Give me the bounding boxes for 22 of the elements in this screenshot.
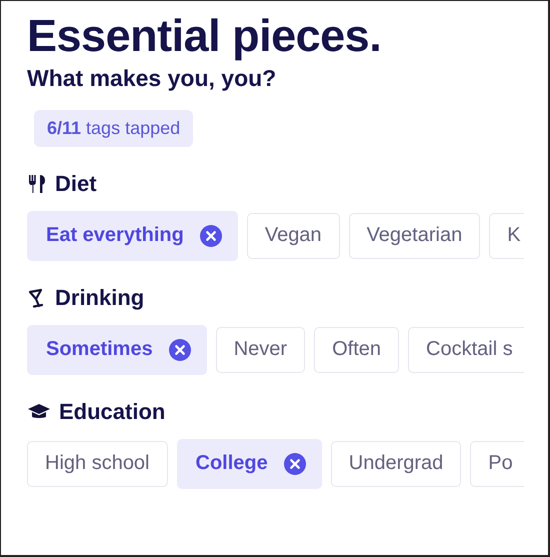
tag-chip[interactable]: Vegetarian [348, 212, 480, 258]
tag-counter: 6/11 tags tapped [34, 110, 194, 146]
tag-chip[interactable]: Po [470, 440, 524, 486]
tag-chip[interactable]: Never [216, 326, 306, 372]
section-title: Education [59, 398, 166, 424]
tag-chip[interactable]: Undergrad [330, 440, 462, 486]
fork-knife-icon [27, 174, 47, 194]
tag-chip[interactable]: Cocktail s [408, 326, 524, 372]
tag-chip[interactable]: K [489, 212, 524, 258]
tag-chip[interactable]: Vegan [246, 212, 340, 258]
tag-chip[interactable]: Sometimes [27, 324, 207, 374]
page-subtitle: What makes you, you? [27, 64, 278, 92]
remove-icon[interactable] [168, 338, 191, 360]
tag-chip[interactable]: High school [27, 440, 168, 486]
tag-chip[interactable]: Eat everything [27, 210, 238, 260]
page-title: Essential pieces. [27, 11, 382, 60]
tag-chip[interactable]: Often [314, 326, 399, 372]
section-title: Drinking [55, 284, 144, 310]
tag-chip[interactable]: College [176, 438, 322, 488]
section-title: Diet [55, 170, 97, 196]
remove-icon[interactable] [200, 224, 222, 246]
remove-icon[interactable] [284, 452, 306, 474]
